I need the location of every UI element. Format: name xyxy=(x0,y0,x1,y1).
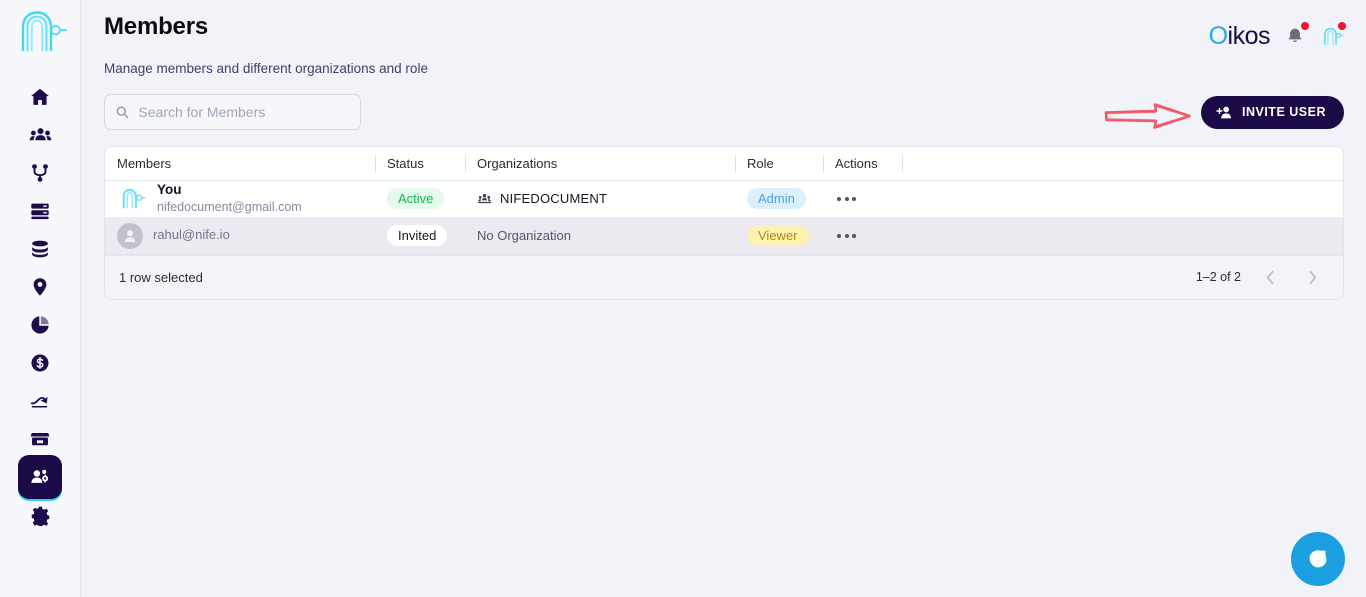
database-icon xyxy=(29,238,51,260)
brand-name-accent: O xyxy=(1209,22,1228,50)
pie-chart-icon xyxy=(29,314,51,336)
search-box[interactable] xyxy=(104,94,361,130)
annotation-arrow-icon xyxy=(1104,101,1192,131)
cell-spacer xyxy=(903,180,1343,217)
organization-cell: No Organization xyxy=(477,228,735,243)
member-email: nifedocument@gmail.com xyxy=(157,200,302,216)
member-name: You xyxy=(157,182,302,199)
member-text: You nifedocument@gmail.com xyxy=(157,182,302,216)
column-header-status[interactable]: Status xyxy=(375,147,465,180)
brand-name-rest: ikos xyxy=(1228,22,1270,50)
cell-role: Viewer xyxy=(735,217,823,254)
chevron-right-icon xyxy=(1308,270,1317,285)
nife-logo-icon xyxy=(118,187,146,211)
table-head: Members Status Organizations Role Action… xyxy=(105,147,1343,180)
top-bar: Members Oikos xyxy=(81,0,1366,50)
profile-logo-button[interactable] xyxy=(1320,23,1344,49)
more-horizontal-icon[interactable] xyxy=(835,228,903,244)
avatar xyxy=(117,223,143,249)
table-body: You nifedocument@gmail.com Active xyxy=(105,180,1343,254)
page-subtitle: Manage members and different organizatio… xyxy=(104,61,1366,76)
cell-member: You nifedocument@gmail.com xyxy=(105,180,375,217)
column-header-role[interactable]: Role xyxy=(735,147,823,180)
member-identity: rahul@nife.io xyxy=(117,223,375,249)
cell-organization: NIFEDOCUMENT xyxy=(465,180,735,217)
column-header-actions[interactable]: Actions xyxy=(823,147,903,180)
cell-status: Invited xyxy=(375,217,465,254)
user-placeholder-icon xyxy=(120,226,140,246)
cell-organization: No Organization xyxy=(465,217,735,254)
cell-role: Admin xyxy=(735,180,823,217)
pagination-prev-button[interactable] xyxy=(1257,264,1283,290)
chat-bubble-icon xyxy=(1305,546,1331,572)
pagination: 1–2 of 2 xyxy=(1196,264,1325,290)
role-badge: Viewer xyxy=(747,225,809,246)
nife-logo-icon[interactable] xyxy=(12,7,68,53)
add-user-icon xyxy=(1216,105,1233,120)
chat-widget-button[interactable] xyxy=(1291,532,1345,586)
column-header-spacer xyxy=(903,147,1343,180)
dollar-coin-icon xyxy=(29,352,51,374)
search-icon xyxy=(115,104,129,120)
cell-actions xyxy=(823,180,903,217)
search-and-actions-row: INVITE USER xyxy=(104,94,1344,130)
profile-notification-dot xyxy=(1338,22,1346,30)
sidebar-nav-list xyxy=(0,75,80,531)
map-pin-icon xyxy=(29,276,51,298)
page-title: Members xyxy=(104,12,208,42)
cell-actions xyxy=(823,217,903,254)
search-input[interactable] xyxy=(138,104,350,120)
status-badge: Active xyxy=(387,188,444,209)
avatar xyxy=(117,186,147,212)
organization-name: NIFEDOCUMENT xyxy=(500,191,607,206)
chevron-left-icon xyxy=(1266,270,1275,285)
status-badge: Invited xyxy=(387,225,447,246)
column-header-members[interactable]: Members xyxy=(105,147,375,180)
organization-group-icon xyxy=(477,192,492,206)
rows-selected-text: 1 row selected xyxy=(119,270,203,285)
sidebar xyxy=(0,0,81,597)
cell-spacer xyxy=(903,217,1343,254)
header-right-cluster: Oikos xyxy=(1209,22,1344,50)
invite-user-button[interactable]: INVITE USER xyxy=(1201,96,1344,129)
people-group-icon xyxy=(29,124,52,147)
cell-member: rahul@nife.io xyxy=(105,217,375,254)
member-email: rahul@nife.io xyxy=(153,227,230,243)
table-footer: 1 row selected 1–2 of 2 xyxy=(105,255,1343,299)
members-table-card: Members Status Organizations Role Action… xyxy=(104,146,1344,300)
column-header-organizations[interactable]: Organizations xyxy=(465,147,735,180)
organization-name: No Organization xyxy=(477,228,571,243)
members-table: Members Status Organizations Role Action… xyxy=(105,147,1343,255)
table-row[interactable]: You nifedocument@gmail.com Active xyxy=(105,180,1343,217)
main-content: Members Oikos xyxy=(81,0,1366,597)
sidebar-item-settings[interactable] xyxy=(18,493,62,537)
table-row[interactable]: rahul@nife.io Invited No Organization xyxy=(105,217,1343,254)
notification-dot xyxy=(1301,22,1309,30)
trending-line-icon xyxy=(29,390,51,412)
role-badge: Admin xyxy=(747,188,806,209)
brand-name: Oikos xyxy=(1209,22,1270,50)
pagination-next-button[interactable] xyxy=(1299,264,1325,290)
server-stack-icon xyxy=(29,200,51,222)
table-header-row: Members Status Organizations Role Action… xyxy=(105,147,1343,180)
gear-icon xyxy=(30,505,51,526)
more-horizontal-icon[interactable] xyxy=(835,191,903,207)
home-icon xyxy=(29,86,51,108)
invite-user-label: INVITE USER xyxy=(1242,105,1326,119)
pagination-label: 1–2 of 2 xyxy=(1196,270,1241,284)
organization-cell: NIFEDOCUMENT xyxy=(477,191,735,206)
members-gear-icon xyxy=(29,466,51,488)
notification-bell-button[interactable] xyxy=(1283,23,1307,49)
app-root: Members Oikos xyxy=(0,0,1366,597)
cell-status: Active xyxy=(375,180,465,217)
member-text: rahul@nife.io xyxy=(153,227,230,243)
member-identity: You nifedocument@gmail.com xyxy=(117,182,375,216)
git-branch-icon xyxy=(29,162,51,184)
storefront-icon xyxy=(29,428,51,450)
